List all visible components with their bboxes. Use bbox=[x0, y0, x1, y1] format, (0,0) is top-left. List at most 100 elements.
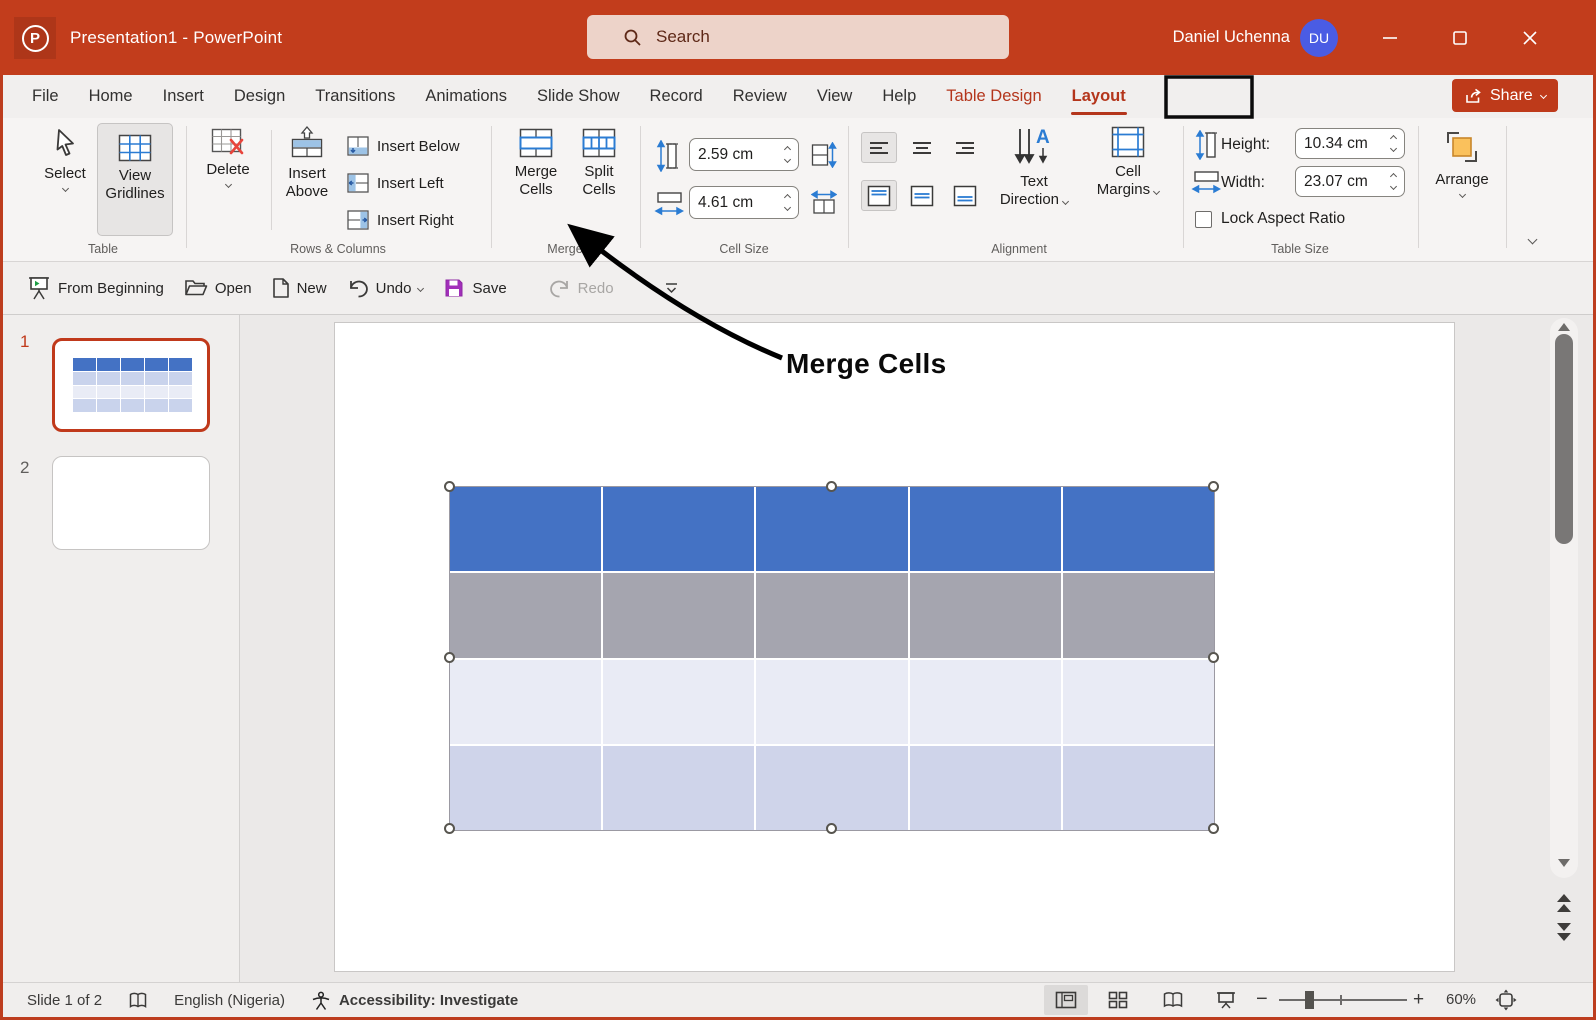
tab-transitions[interactable]: Transitions bbox=[300, 75, 410, 118]
table-handle-middle-left[interactable] bbox=[444, 652, 455, 663]
table-cell[interactable] bbox=[450, 746, 601, 830]
arrange-button[interactable]: Arrange bbox=[1425, 128, 1499, 197]
table-cell[interactable] bbox=[756, 487, 907, 571]
row-height-input[interactable]: 2.59 cm bbox=[689, 138, 799, 171]
zoom-out-button[interactable]: − bbox=[1256, 988, 1268, 1011]
distribute-columns-icon[interactable] bbox=[811, 190, 837, 216]
table-cell[interactable] bbox=[756, 660, 907, 744]
align-middle-button[interactable] bbox=[904, 180, 940, 211]
distribute-rows-icon[interactable] bbox=[811, 142, 837, 168]
insert-above-button[interactable]: Insert Above bbox=[275, 126, 339, 200]
slide-status[interactable]: Slide 1 of 2 bbox=[27, 992, 102, 1009]
tab-home[interactable]: Home bbox=[74, 75, 148, 118]
slide-2-thumbnail[interactable] bbox=[52, 456, 210, 550]
table-handle-bottom-right[interactable] bbox=[1208, 823, 1219, 834]
tab-record[interactable]: Record bbox=[635, 75, 718, 118]
table-cell[interactable] bbox=[910, 573, 1061, 657]
insert-left-button[interactable]: Insert Left bbox=[347, 173, 444, 193]
view-gridlines-button[interactable]: View Gridlines bbox=[97, 123, 173, 236]
row-height-spinner[interactable] bbox=[779, 147, 790, 162]
align-left-button[interactable] bbox=[861, 132, 897, 163]
slide-table[interactable] bbox=[450, 487, 1214, 830]
text-direction-button[interactable]: A Text Direction bbox=[989, 126, 1079, 208]
zoom-slider-track[interactable] bbox=[1279, 999, 1407, 1001]
normal-view-button[interactable] bbox=[1044, 985, 1088, 1015]
zoom-level[interactable]: 60% bbox=[1446, 991, 1476, 1008]
tab-insert[interactable]: Insert bbox=[148, 75, 219, 118]
table-handle-top-center[interactable] bbox=[826, 481, 837, 492]
tab-layout[interactable]: Layout bbox=[1057, 75, 1141, 118]
table-cell[interactable] bbox=[603, 746, 754, 830]
table-cell[interactable] bbox=[910, 487, 1061, 571]
fit-slide-to-window-button[interactable] bbox=[1495, 989, 1517, 1015]
scrollbar-thumb[interactable] bbox=[1555, 334, 1573, 544]
table-handle-bottom-left[interactable] bbox=[444, 823, 455, 834]
split-cells-button[interactable]: Split Cells bbox=[571, 128, 627, 198]
table-handle-middle-right[interactable] bbox=[1208, 652, 1219, 663]
align-bottom-button[interactable] bbox=[947, 180, 983, 211]
slide-1-thumbnail[interactable] bbox=[52, 338, 210, 432]
column-width-input[interactable]: 4.61 cm bbox=[689, 186, 799, 219]
slide-sorter-view-button[interactable] bbox=[1096, 985, 1140, 1015]
table-cell[interactable] bbox=[910, 746, 1061, 830]
merge-cells-button[interactable]: Merge Cells bbox=[507, 128, 565, 198]
align-center-button[interactable] bbox=[904, 132, 940, 163]
redo-button[interactable]: Redo bbox=[549, 278, 614, 299]
new-button[interactable]: New bbox=[272, 277, 327, 299]
table-width-spinner[interactable] bbox=[1385, 174, 1396, 189]
insert-below-button[interactable]: Insert Below bbox=[347, 136, 460, 156]
next-slide-icon[interactable] bbox=[1556, 922, 1572, 944]
align-right-button[interactable] bbox=[947, 132, 983, 163]
column-width-spinner[interactable] bbox=[779, 195, 790, 210]
zoom-slider-thumb[interactable] bbox=[1305, 991, 1314, 1009]
undo-button[interactable]: Undo bbox=[347, 278, 424, 299]
align-top-button[interactable] bbox=[861, 180, 897, 211]
tab-animations[interactable]: Animations bbox=[410, 75, 522, 118]
scroll-up-icon[interactable] bbox=[1557, 322, 1571, 332]
table-height-spinner[interactable] bbox=[1385, 136, 1396, 151]
table-cell[interactable] bbox=[603, 660, 754, 744]
proofing-button[interactable] bbox=[128, 991, 148, 1010]
table-cell[interactable] bbox=[1063, 487, 1214, 571]
scroll-down-icon[interactable] bbox=[1557, 858, 1571, 868]
zoom-in-button[interactable]: + bbox=[1413, 989, 1424, 1011]
table-handle-top-left[interactable] bbox=[444, 481, 455, 492]
delete-button[interactable]: Delete bbox=[199, 128, 257, 187]
tab-review[interactable]: Review bbox=[718, 75, 802, 118]
minimize-button[interactable] bbox=[1360, 0, 1420, 75]
maximize-button[interactable] bbox=[1430, 0, 1490, 75]
table-cell[interactable] bbox=[450, 660, 601, 744]
insert-right-button[interactable]: Insert Right bbox=[347, 210, 454, 230]
share-button[interactable]: Share bbox=[1452, 79, 1558, 112]
table-cell[interactable] bbox=[603, 487, 754, 571]
table-handle-top-right[interactable] bbox=[1208, 481, 1219, 492]
table-cell[interactable] bbox=[756, 573, 907, 657]
table-cell[interactable] bbox=[450, 573, 601, 657]
lock-aspect-ratio-checkbox[interactable]: Lock Aspect Ratio bbox=[1195, 210, 1345, 228]
cell-margins-button[interactable]: Cell Margins bbox=[1085, 126, 1171, 198]
tab-file[interactable]: File bbox=[17, 75, 74, 118]
table-cell[interactable] bbox=[1063, 746, 1214, 830]
reading-view-button[interactable] bbox=[1151, 985, 1195, 1015]
table-cell[interactable] bbox=[450, 487, 601, 571]
user-name[interactable]: Daniel Uchenna bbox=[1160, 0, 1290, 75]
slideshow-view-button[interactable] bbox=[1204, 985, 1248, 1015]
table-cell[interactable] bbox=[603, 573, 754, 657]
toolbar-overflow-button[interactable] bbox=[664, 281, 679, 295]
accessibility-status[interactable]: Accessibility: Investigate bbox=[311, 991, 518, 1011]
tab-table-design[interactable]: Table Design bbox=[931, 75, 1056, 118]
previous-slide-icon[interactable] bbox=[1556, 893, 1572, 915]
table-width-input[interactable]: 23.07 cm bbox=[1295, 166, 1405, 197]
table-handle-bottom-center[interactable] bbox=[826, 823, 837, 834]
language-status[interactable]: English (Nigeria) bbox=[174, 992, 285, 1009]
table-cell[interactable] bbox=[1063, 573, 1214, 657]
open-button[interactable]: Open bbox=[184, 278, 252, 298]
tab-design[interactable]: Design bbox=[219, 75, 300, 118]
save-button[interactable]: Save bbox=[443, 277, 506, 299]
search-input[interactable]: Search bbox=[587, 15, 1009, 59]
tab-help[interactable]: Help bbox=[867, 75, 931, 118]
table-cell[interactable] bbox=[756, 746, 907, 830]
user-avatar[interactable]: DU bbox=[1300, 19, 1338, 57]
table-height-input[interactable]: 10.34 cm bbox=[1295, 128, 1405, 159]
tab-slide-show[interactable]: Slide Show bbox=[522, 75, 635, 118]
